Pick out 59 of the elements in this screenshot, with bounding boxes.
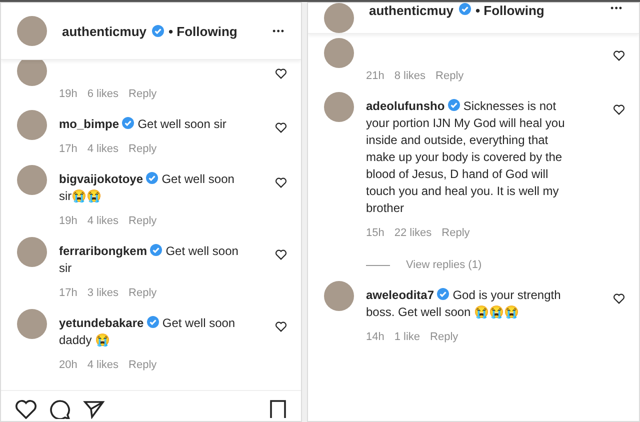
comment-time: 21h — [366, 70, 384, 82]
following-status[interactable]: • Following — [476, 3, 544, 18]
avatar[interactable] — [17, 60, 47, 86]
comment-time: 19h — [59, 88, 78, 100]
avatar[interactable] — [17, 165, 47, 195]
heart-icon[interactable] — [275, 321, 287, 332]
heart-icon[interactable] — [275, 249, 287, 260]
comment-icon[interactable] — [49, 399, 71, 419]
view-replies-link[interactable]: View replies (1) — [406, 259, 482, 271]
reply-link[interactable]: Reply — [128, 143, 157, 155]
following-status[interactable]: • Following — [168, 24, 238, 38]
reply-link[interactable]: Reply — [128, 359, 157, 371]
more-options-button[interactable]: ••• — [610, 3, 623, 13]
avatar[interactable] — [324, 3, 354, 33]
like-count[interactable]: 3 likes — [87, 287, 119, 299]
like-count[interactable]: 1 like — [394, 331, 420, 343]
like-count[interactable]: 22 likes — [394, 227, 432, 239]
reply-link[interactable]: Reply — [430, 331, 458, 343]
reply-link[interactable]: Reply — [442, 227, 470, 239]
reply-link[interactable]: Reply — [128, 215, 157, 227]
avatar[interactable] — [17, 309, 47, 339]
share-icon[interactable] — [83, 399, 105, 419]
like-count[interactable]: 4 likes — [87, 215, 119, 227]
heart-icon[interactable] — [613, 50, 625, 61]
comment-text: aweleodita7 God is your strength boss. Get well soon 😭😭😭 — [366, 287, 562, 321]
comment-time: 14h — [366, 331, 384, 343]
like-count[interactable]: 4 likes — [87, 143, 119, 155]
comment-time: 15h — [366, 227, 384, 239]
reply-link[interactable]: Reply — [128, 88, 157, 100]
comment-text: mo_bimpe Get well soon sir — [59, 116, 228, 133]
reply-link[interactable]: Reply — [128, 287, 157, 299]
like-count[interactable]: 4 likes — [87, 359, 119, 371]
avatar[interactable] — [324, 38, 354, 68]
comment-text: bigvaijokotoye Get well soon sir😭😭 — [59, 171, 236, 205]
avatar[interactable] — [17, 237, 47, 267]
comment-time: 19h — [59, 215, 78, 227]
heart-icon[interactable] — [275, 68, 287, 79]
avatar[interactable] — [17, 16, 47, 46]
username[interactable]: authenticmuy — [369, 3, 454, 18]
like-count[interactable]: 8 likes — [394, 70, 426, 82]
comment-time: 20h — [59, 359, 78, 371]
comment-text: yetundebakare Get well soon daddy 😭 — [59, 315, 236, 349]
comment-text: adeolufunsho Sicknesses is not your portion IJN My God will heal you inside and outside, everything that make up your body is covered by the blood of Jesus, D hand of God will touch you and heal you. It is well my brother — [366, 98, 566, 217]
heart-icon[interactable] — [613, 293, 625, 304]
comment-time: 17h — [59, 143, 78, 155]
avatar[interactable] — [17, 110, 47, 140]
heart-icon[interactable] — [15, 399, 37, 419]
avatar[interactable] — [324, 281, 354, 311]
more-options-button[interactable]: ••• — [272, 26, 285, 36]
comment-time: 17h — [59, 287, 78, 299]
username[interactable]: authenticmuy — [62, 24, 147, 38]
heart-icon[interactable] — [613, 104, 625, 115]
like-count[interactable]: 6 likes — [87, 88, 119, 100]
heart-icon[interactable] — [275, 122, 287, 133]
bookmark-icon[interactable] — [269, 399, 287, 419]
heart-icon[interactable] — [275, 177, 287, 188]
comment-text: ferraribongkem Get well soon sir — [59, 243, 240, 277]
reply-link[interactable]: Reply — [436, 70, 464, 82]
avatar[interactable] — [324, 92, 354, 122]
